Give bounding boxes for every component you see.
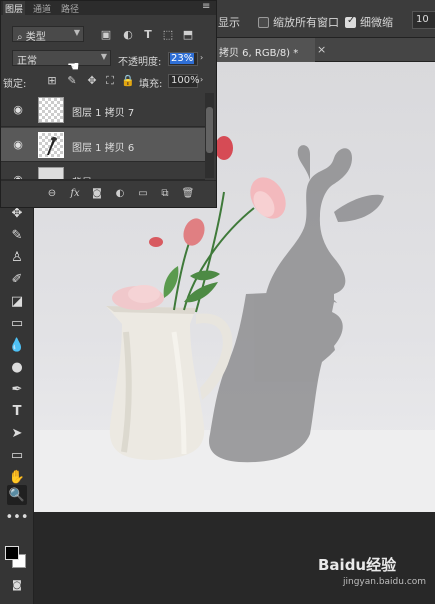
opacity-label: 不透明度: (118, 57, 162, 68)
lock-transparent-icon[interactable]: ⊞ (45, 74, 59, 88)
layer-row-selected[interactable]: ◉ 图层 1 拷贝 6 (1, 128, 205, 162)
opacity-input[interactable]: 23% (168, 52, 198, 66)
layer-row[interactable]: ◉ 背景 (1, 163, 205, 180)
layer-name: 图层 1 拷贝 7 (72, 108, 135, 119)
scrubby-zoom-checkbox[interactable] (345, 15, 356, 28)
fx-icon[interactable]: fx (68, 187, 82, 201)
blend-mode-dropdown[interactable]: 正常 ▼ (12, 50, 111, 67)
rectangle-icon[interactable]: ▭ (7, 445, 27, 465)
document-tab-bar: 拷贝 6, RGB/8) * × (215, 38, 435, 62)
quick-mask-icon[interactable]: ◙ (7, 575, 27, 595)
adjustment-layer-icon[interactable]: ◐ (113, 187, 127, 201)
tools-panel: ✥ ✎ ♙ ✐ ◪ ▭ 💧 ● ✒ T ➤ ▭ ✋ 🔍 ••• ◙ (0, 195, 34, 604)
sample-all-windows-option[interactable]: 显示 (218, 14, 240, 30)
layer-thumbnail (38, 132, 64, 158)
fill-input[interactable]: 100% (168, 74, 200, 88)
type-filter-icon[interactable]: T (141, 28, 155, 42)
lock-all-icon[interactable]: 🔒 (121, 74, 135, 88)
chevron-down-icon: ▼ (100, 52, 107, 61)
tab-channels[interactable]: 通道 (31, 1, 53, 15)
layer-thumbnail (38, 167, 64, 179)
dodge-icon[interactable]: ● (7, 357, 27, 377)
sample-all-windows-label: 显示 (218, 16, 240, 29)
layers-panel: 图层 通道 路径 ≡ ⌕ 类型 ▼ ▣ ◐ T ⬚ ⬒ 正常 ▼ 不透明度: 23%… (0, 0, 217, 208)
trash-icon[interactable]: 🗑 (181, 187, 195, 201)
zoom-value-field[interactable]: 10 (412, 11, 435, 29)
scrollbar-thumb[interactable] (206, 107, 213, 153)
layers-footer: ⊖ fx ◙ ◐ ▭ ⧉ 🗑 (1, 180, 216, 207)
eraser-icon[interactable]: ◪ (7, 291, 27, 311)
hand-icon[interactable]: ✋ (7, 467, 27, 487)
layer-mask-icon[interactable]: ◙ (90, 187, 104, 201)
eye-icon[interactable]: ◉ (11, 138, 25, 152)
layer-row[interactable]: ◉ 图层 1 拷贝 7 (1, 93, 205, 127)
zoom-all-windows-label: 缩放所有窗口 (273, 16, 339, 29)
eye-icon[interactable]: ◉ (11, 173, 25, 179)
document-tab[interactable]: 拷贝 6, RGB/8) * (215, 38, 315, 62)
scrubby-zoom-option[interactable]: 细微缩 (345, 14, 393, 30)
fill-label: 填充: (139, 79, 163, 90)
foreground-color-swatch[interactable] (5, 546, 19, 560)
blend-mode-label: 正常 (17, 56, 37, 67)
brush-icon[interactable]: ✎ (7, 225, 27, 245)
adjustment-filter-icon[interactable]: ◐ (121, 28, 135, 42)
lock-label: 锁定: (3, 79, 27, 90)
history-brush-icon[interactable]: ✐ (7, 269, 27, 289)
tab-layers[interactable]: 图层 (3, 1, 26, 15)
folder-icon[interactable]: ▭ (136, 187, 150, 201)
shape-filter-icon[interactable]: ⬚ (161, 28, 175, 42)
filter-kind-label: 类型 (25, 32, 46, 43)
link-layers-icon[interactable]: ⊖ (45, 187, 59, 201)
more-icon[interactable]: ••• (6, 507, 29, 527)
layer-thumbnail (38, 97, 64, 123)
zoom-all-windows-option[interactable]: 缩放所有窗口 (258, 14, 339, 30)
shadow-shape (209, 145, 384, 463)
layer-name: 图层 1 拷贝 6 (72, 143, 135, 154)
stamp-icon[interactable]: ♙ (7, 247, 27, 267)
opacity-value: 23% (170, 53, 195, 64)
blur-icon[interactable]: 💧 (7, 335, 27, 355)
eye-icon[interactable]: ◉ (11, 103, 25, 117)
lock-artboard-icon[interactable]: ⛶ (103, 74, 117, 88)
zoom-all-windows-checkbox[interactable] (258, 17, 269, 28)
scrubby-zoom-label: 细微缩 (360, 16, 393, 29)
chevron-down-icon: ▼ (73, 28, 80, 37)
opacity-arrow-icon[interactable]: › (200, 53, 203, 62)
close-tab-icon[interactable]: × (317, 43, 326, 56)
layers-scrollbar[interactable] (205, 93, 214, 178)
pen-icon[interactable]: ✒ (7, 379, 27, 399)
filter-kind-dropdown[interactable]: ⌕ 类型 ▼ (12, 26, 84, 43)
watermark-logo: Baidu经验 (318, 556, 397, 574)
tab-paths[interactable]: 路径 (59, 1, 81, 15)
search-icon: ⌕ (17, 32, 26, 43)
zoom-icon[interactable]: 🔍 (7, 485, 27, 505)
lock-brush-icon[interactable]: ✎ (65, 74, 79, 88)
panel-tabs: 图层 通道 路径 ≡ (1, 1, 216, 15)
path-select-icon[interactable]: ➤ (7, 423, 27, 443)
fill-arrow-icon[interactable]: › (200, 75, 203, 84)
hand-cursor-icon: ☚ (67, 59, 80, 75)
pixel-filter-icon[interactable]: ▣ (99, 28, 113, 42)
gradient-icon[interactable]: ▭ (7, 313, 27, 333)
hamburger-icon[interactable]: ≡ (202, 1, 210, 12)
smart-object-filter-icon[interactable]: ⬒ (181, 28, 195, 42)
document-tab-title: 拷贝 6, RGB/8) * (219, 48, 299, 59)
new-layer-icon[interactable]: ⧉ (158, 187, 172, 201)
type-icon[interactable]: T (7, 401, 27, 421)
watermark-url: jingyan.baidu.com (343, 577, 427, 587)
lock-position-icon[interactable]: ✥ (85, 74, 99, 88)
